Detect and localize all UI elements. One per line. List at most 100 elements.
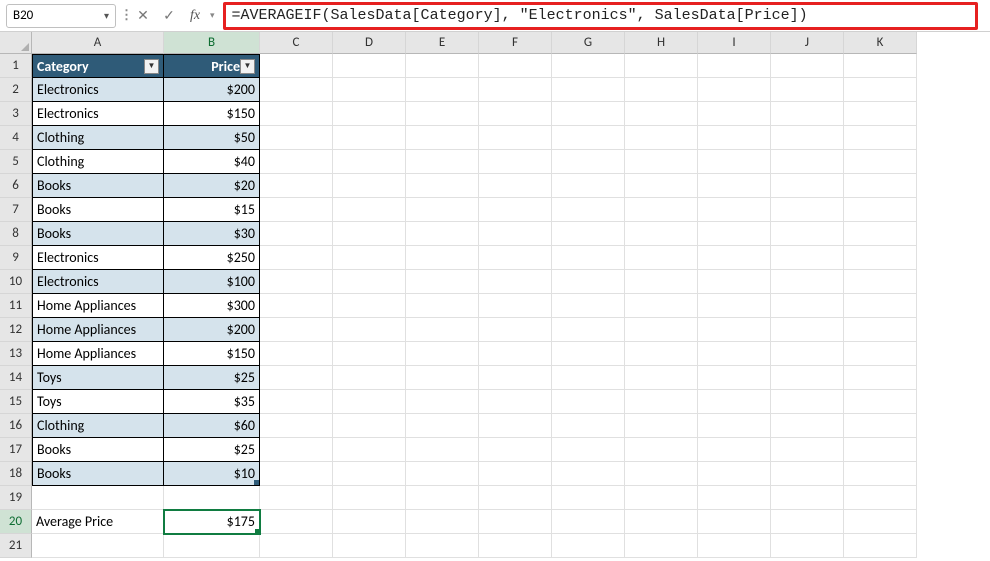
insert-function-button[interactable]: fx: [184, 5, 206, 27]
column-header[interactable]: H: [625, 32, 698, 54]
cell[interactable]: [260, 510, 333, 534]
cell[interactable]: [552, 54, 625, 78]
cell[interactable]: [333, 366, 406, 390]
cell[interactable]: [260, 438, 333, 462]
filter-button[interactable]: ▼: [240, 59, 255, 74]
cell[interactable]: [260, 222, 333, 246]
column-header[interactable]: D: [333, 32, 406, 54]
cell[interactable]: [406, 486, 479, 510]
table-cell[interactable]: $150: [164, 102, 260, 126]
cell[interactable]: [479, 126, 552, 150]
cell[interactable]: [698, 126, 771, 150]
cell[interactable]: [698, 438, 771, 462]
cell[interactable]: [698, 342, 771, 366]
table-cell[interactable]: $60: [164, 414, 260, 438]
cell[interactable]: [479, 150, 552, 174]
cell[interactable]: [406, 246, 479, 270]
cell[interactable]: [625, 174, 698, 198]
table-cell[interactable]: Books: [32, 222, 164, 246]
cell[interactable]: [552, 510, 625, 534]
row-header[interactable]: 17: [0, 438, 32, 462]
cell[interactable]: [771, 246, 844, 270]
row-header[interactable]: 6: [0, 174, 32, 198]
column-header[interactable]: K: [844, 32, 917, 54]
cell[interactable]: [479, 294, 552, 318]
cell[interactable]: [771, 126, 844, 150]
cell[interactable]: [479, 510, 552, 534]
cell[interactable]: [771, 342, 844, 366]
cell[interactable]: [552, 318, 625, 342]
cell[interactable]: [260, 462, 333, 486]
cell[interactable]: [698, 534, 771, 558]
cell[interactable]: [698, 246, 771, 270]
row-header[interactable]: 16: [0, 414, 32, 438]
cell[interactable]: [260, 534, 333, 558]
cell[interactable]: [479, 102, 552, 126]
table-header-price[interactable]: Price▼: [164, 54, 260, 78]
table-cell[interactable]: Books: [32, 438, 164, 462]
cell[interactable]: [698, 174, 771, 198]
cell[interactable]: [406, 102, 479, 126]
cell[interactable]: [844, 246, 917, 270]
cell[interactable]: [164, 486, 260, 510]
cell[interactable]: [479, 222, 552, 246]
table-cell[interactable]: $250: [164, 246, 260, 270]
cell[interactable]: [844, 462, 917, 486]
table-header-category[interactable]: Category▼: [32, 54, 164, 78]
cell[interactable]: [333, 222, 406, 246]
cell[interactable]: [406, 270, 479, 294]
cell[interactable]: [844, 102, 917, 126]
cell[interactable]: [260, 294, 333, 318]
cell[interactable]: [333, 102, 406, 126]
cell[interactable]: [844, 510, 917, 534]
chevron-down-icon[interactable]: ▾: [104, 9, 109, 22]
cell[interactable]: [333, 318, 406, 342]
cell[interactable]: [625, 486, 698, 510]
table-cell[interactable]: Home Appliances: [32, 318, 164, 342]
row-header[interactable]: 9: [0, 246, 32, 270]
cell[interactable]: [698, 78, 771, 102]
cell[interactable]: [625, 510, 698, 534]
table-cell[interactable]: $200: [164, 318, 260, 342]
cell[interactable]: [844, 414, 917, 438]
cell[interactable]: [771, 78, 844, 102]
row-header[interactable]: 12: [0, 318, 32, 342]
cell[interactable]: [552, 150, 625, 174]
cell[interactable]: [479, 246, 552, 270]
cell[interactable]: [552, 534, 625, 558]
cell[interactable]: [844, 390, 917, 414]
cell[interactable]: [625, 462, 698, 486]
cell[interactable]: [479, 438, 552, 462]
cell[interactable]: [625, 270, 698, 294]
row-header[interactable]: 18: [0, 462, 32, 486]
cell[interactable]: [260, 126, 333, 150]
cell[interactable]: [771, 102, 844, 126]
column-header[interactable]: A: [32, 32, 164, 54]
cell[interactable]: [479, 390, 552, 414]
table-cell[interactable]: Home Appliances: [32, 294, 164, 318]
cell[interactable]: [552, 486, 625, 510]
cell[interactable]: [625, 294, 698, 318]
cell[interactable]: [406, 414, 479, 438]
cell[interactable]: [771, 222, 844, 246]
cell[interactable]: [479, 414, 552, 438]
column-header[interactable]: B: [164, 32, 260, 54]
table-cell[interactable]: $50: [164, 126, 260, 150]
cell[interactable]: [625, 102, 698, 126]
cell[interactable]: [333, 534, 406, 558]
cell[interactable]: [333, 438, 406, 462]
cell[interactable]: [406, 438, 479, 462]
table-cell[interactable]: $15: [164, 198, 260, 222]
cell[interactable]: [625, 318, 698, 342]
cell[interactable]: [260, 414, 333, 438]
table-cell[interactable]: $30: [164, 222, 260, 246]
cell[interactable]: [333, 270, 406, 294]
cell[interactable]: [771, 534, 844, 558]
cell[interactable]: [333, 246, 406, 270]
cell[interactable]: [625, 150, 698, 174]
cell[interactable]: [260, 198, 333, 222]
cell[interactable]: [260, 270, 333, 294]
cell[interactable]: [260, 246, 333, 270]
cell[interactable]: [625, 246, 698, 270]
cell[interactable]: [698, 366, 771, 390]
